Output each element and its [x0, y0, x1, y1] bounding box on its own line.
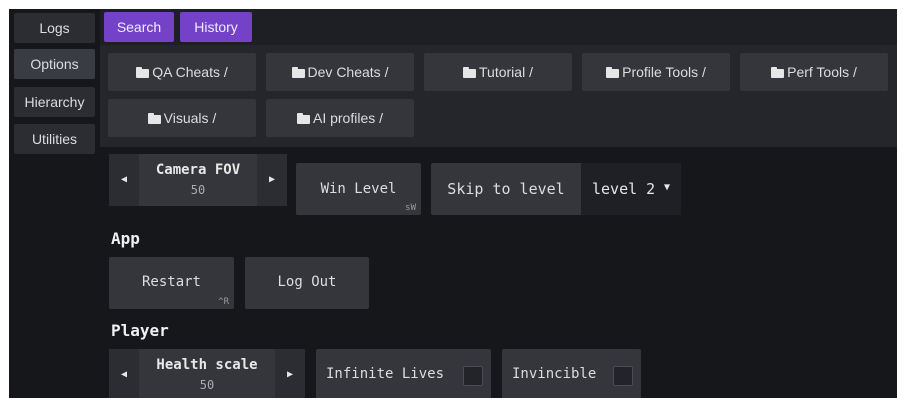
options-content: ◀ Camera FOV 50 ▶ Win Level sW Skip to l…: [100, 147, 897, 398]
folder-icon: [147, 113, 161, 124]
folder-icon: [606, 67, 620, 78]
folder-qa-cheats-button[interactable]: QA Cheats /: [108, 53, 256, 91]
arrow-left-icon: ◀: [120, 369, 128, 380]
skip-to-level-control: Skip to level: [431, 163, 581, 215]
infinite-lives-label: Infinite Lives: [326, 366, 445, 382]
health-scale-stepper: ◀ Health scale 50 ▶: [109, 349, 305, 398]
history-button[interactable]: History: [180, 12, 252, 42]
folder-label: QA Cheats /: [152, 64, 228, 80]
skip-to-level-label: Skip to level: [447, 180, 565, 198]
win-level-label: Win Level: [320, 181, 397, 197]
camera-fov-increment-button[interactable]: ▶: [257, 154, 287, 206]
camera-fov-stepper: ◀ Camera FOV 50 ▶: [109, 154, 287, 206]
search-button[interactable]: Search: [104, 12, 174, 42]
health-scale-display: Health scale 50: [139, 349, 275, 398]
health-scale-increment-button[interactable]: ▶: [275, 349, 305, 398]
folder-label: AI profiles /: [312, 110, 384, 126]
restart-shortcut: ^R: [218, 297, 229, 307]
arrow-right-icon: ▶: [286, 369, 294, 380]
win-level-shortcut: sW: [405, 203, 416, 213]
folder-icon: [291, 67, 305, 78]
log-out-button[interactable]: Log Out: [245, 257, 369, 309]
level-select-value: level 2: [592, 180, 656, 198]
sidebar-item-hierarchy[interactable]: Hierarchy: [14, 87, 95, 117]
restart-button[interactable]: Restart ^R: [109, 257, 234, 309]
folder-panel: QA Cheats / Dev Cheats / Tutorial / Prof…: [100, 45, 897, 147]
invincible-toggle[interactable]: Invincible: [502, 349, 641, 398]
arrow-left-icon: ◀: [120, 174, 128, 185]
folder-icon: [771, 67, 785, 78]
side-navigation: Logs Options Hierarchy Utilities: [9, 9, 100, 398]
level-select[interactable]: level 2 ▼: [581, 163, 681, 215]
player-section-title: Player: [111, 321, 169, 340]
invincible-label: Invincible: [512, 366, 597, 382]
folder-icon: [296, 113, 310, 124]
restart-label: Restart: [141, 274, 201, 290]
folder-visuals-button[interactable]: Visuals /: [108, 99, 256, 137]
chevron-down-icon: ▼: [664, 182, 671, 193]
arrow-right-icon: ▶: [268, 174, 276, 185]
camera-fov-value: 50: [190, 183, 206, 197]
health-scale-value: 50: [199, 378, 215, 392]
folder-label: Profile Tools /: [622, 64, 706, 80]
sidebar-item-options[interactable]: Options: [14, 49, 95, 79]
health-scale-label: Health scale: [156, 357, 258, 373]
folder-icon: [463, 67, 477, 78]
top-bar: Search History: [100, 9, 897, 45]
sidebar-item-logs[interactable]: Logs: [14, 13, 95, 43]
app-section-title: App: [111, 229, 140, 248]
sidebar-item-utilities[interactable]: Utilities: [14, 124, 95, 154]
camera-fov-decrement-button[interactable]: ◀: [109, 154, 139, 206]
folder-label: Tutorial /: [479, 64, 533, 80]
folder-ai-profiles-button[interactable]: AI profiles /: [266, 99, 414, 137]
debug-console-window: Logs Options Hierarchy Utilities Search …: [9, 9, 897, 398]
folder-perf-tools-button[interactable]: Perf Tools /: [740, 53, 888, 91]
folder-tutorial-button[interactable]: Tutorial /: [424, 53, 572, 91]
folder-label: Dev Cheats /: [307, 64, 389, 80]
infinite-lives-toggle[interactable]: Infinite Lives: [316, 349, 491, 398]
health-scale-decrement-button[interactable]: ◀: [109, 349, 139, 398]
infinite-lives-checkbox[interactable]: [463, 366, 483, 386]
invincible-checkbox[interactable]: [613, 366, 633, 386]
log-out-label: Log Out: [277, 274, 337, 290]
camera-fov-label: Camera FOV: [155, 162, 241, 178]
folder-icon: [136, 67, 150, 78]
win-level-button[interactable]: Win Level sW: [296, 163, 421, 215]
folder-label: Perf Tools /: [787, 64, 857, 80]
folder-dev-cheats-button[interactable]: Dev Cheats /: [266, 53, 414, 91]
folder-label: Visuals /: [163, 110, 217, 126]
camera-fov-display: Camera FOV 50: [139, 154, 257, 206]
folder-profile-tools-button[interactable]: Profile Tools /: [582, 53, 730, 91]
